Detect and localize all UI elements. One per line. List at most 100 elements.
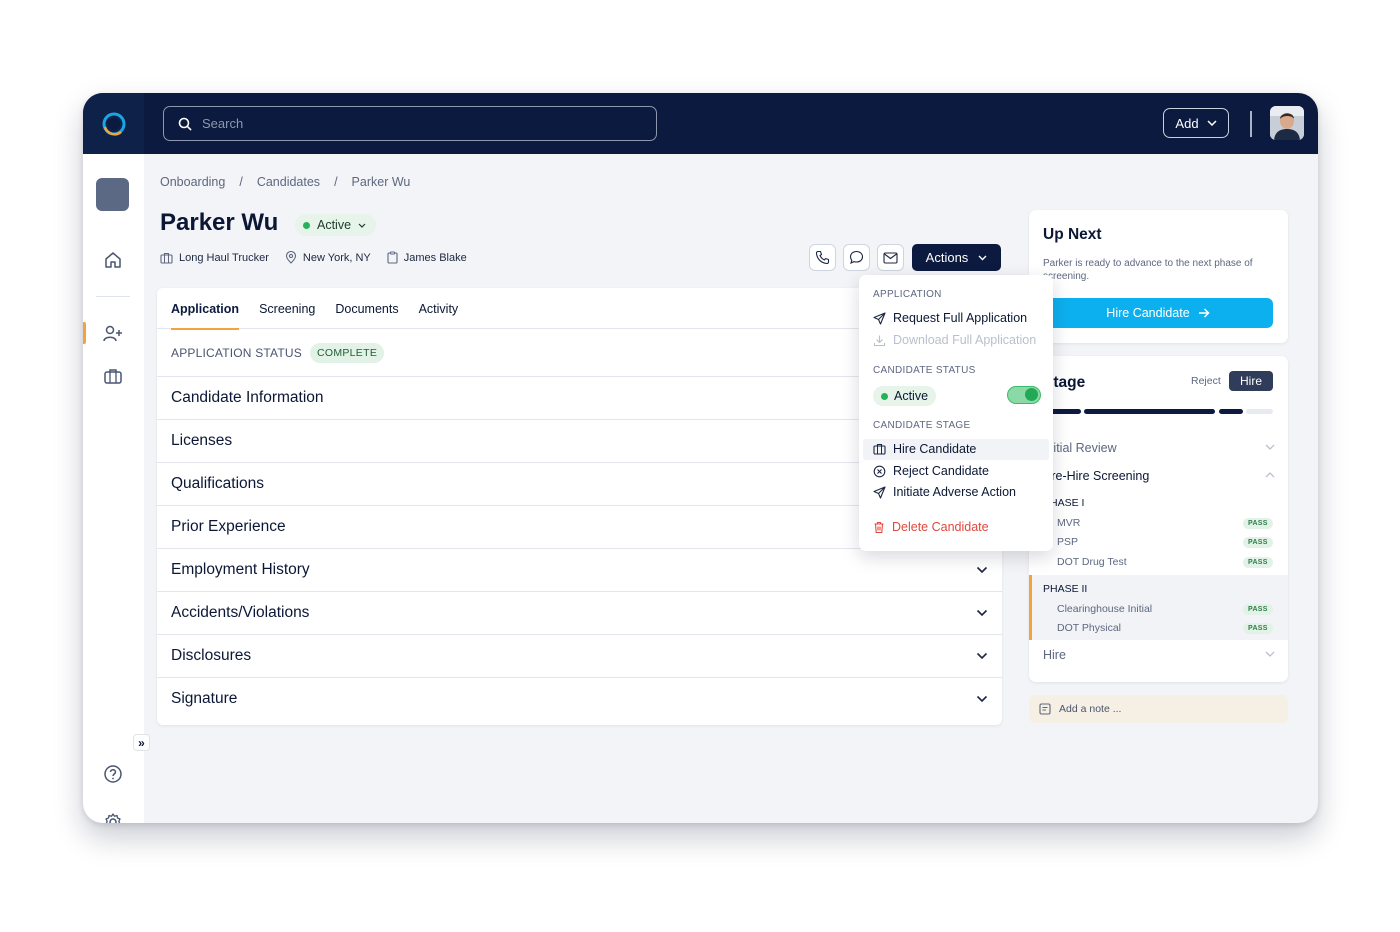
chevron-down-icon — [976, 695, 988, 703]
check-clearinghouse-initial: Clearinghouse Initial — [1057, 603, 1153, 615]
section-title: Employment History — [171, 561, 310, 578]
help-icon[interactable] — [101, 762, 125, 786]
breadcrumb-candidates[interactable]: Candidates — [257, 175, 320, 189]
chevron-down-icon — [1265, 444, 1275, 450]
menu-item-label: Download Full Application — [893, 333, 1037, 347]
menu-initiate-adverse-action[interactable]: Initiate Adverse Action — [873, 485, 1016, 499]
application-status-label: APPLICATION STATUS — [171, 346, 302, 360]
menu-item-label: Request Full Application — [893, 311, 1028, 325]
briefcase-icon — [160, 252, 173, 264]
section-employment-history[interactable]: Employment History — [157, 548, 1002, 591]
breadcrumb: Onboarding / Candidates / Parker Wu — [160, 175, 410, 189]
chevron-up-icon — [1265, 472, 1275, 478]
tab-application[interactable]: Application — [171, 288, 240, 330]
recruiter-text: James Blake — [403, 251, 467, 264]
add-button[interactable]: Add — [1163, 108, 1229, 138]
actions-menu: APPLICATION Request Full Application Dow… — [859, 275, 1053, 551]
menu-section-candidate-status: CANDIDATE STATUS — [873, 365, 976, 376]
menu-hire-candidate[interactable]: Hire Candidate — [873, 442, 976, 456]
sidebar-active-indicator — [83, 322, 86, 344]
briefcase-icon[interactable] — [101, 364, 125, 388]
workspace-switcher[interactable] — [96, 178, 129, 211]
breadcrumb-onboarding[interactable]: Onboarding — [160, 175, 225, 189]
search-input[interactable] — [202, 116, 622, 131]
tab-documents[interactable]: Documents — [335, 288, 398, 329]
section-title: Licenses — [171, 432, 233, 449]
section-title: Disclosures — [171, 647, 252, 664]
section-disclosures[interactable]: Disclosures — [157, 634, 1002, 677]
pass-badge: PASS — [1243, 518, 1273, 529]
check-dot-physical: DOT Physical — [1057, 622, 1121, 634]
pass-badge: PASS — [1243, 537, 1273, 548]
up-next-card: Up Next Parker is ready to advance to th… — [1029, 210, 1288, 343]
status-badge: COMPLETE — [309, 343, 385, 363]
stage-hire[interactable]: Hire — [1043, 648, 1066, 662]
stage-initial-review[interactable]: Initial Review — [1043, 441, 1117, 455]
chevron-down-icon — [1265, 651, 1275, 657]
chevron-down-icon — [976, 566, 988, 574]
mail-icon — [883, 251, 898, 264]
pass-badge: PASS — [1243, 557, 1273, 568]
location-text: New York, NY — [302, 251, 371, 264]
pass-badge: PASS — [1243, 623, 1273, 634]
add-user-icon[interactable] — [101, 322, 125, 346]
meta-location: New York, NY — [285, 251, 371, 264]
status-label: Active — [317, 218, 352, 232]
candidate-meta: Long Haul Trucker New York, NY James Bla… — [160, 251, 467, 264]
menu-reject-candidate[interactable]: Reject Candidate — [873, 464, 989, 478]
stage-pre-hire-screening[interactable]: Pre-Hire Screening — [1043, 469, 1149, 483]
email-button[interactable] — [877, 244, 904, 271]
check-psp: PSP — [1057, 536, 1079, 548]
call-button[interactable] — [809, 244, 836, 271]
menu-delete-candidate[interactable]: Delete Candidate — [873, 520, 989, 534]
reject-button[interactable]: Reject — [1191, 375, 1221, 387]
chevron-down-icon — [1207, 120, 1217, 126]
menu-request-full-application[interactable]: Request Full Application — [873, 311, 1027, 325]
menu-item-label: Initiate Adverse Action — [893, 485, 1016, 499]
status-dropdown[interactable]: Active — [295, 214, 377, 236]
up-next-text: Parker is ready to advance to the next p… — [1043, 258, 1253, 282]
top-bar: Add — [83, 93, 1318, 154]
status-toggle[interactable] — [1007, 386, 1041, 404]
stage-progress-segment — [1219, 409, 1243, 414]
section-signature[interactable]: Signature — [157, 677, 1002, 720]
meta-recruiter: James Blake — [387, 251, 467, 264]
home-icon[interactable] — [101, 248, 125, 272]
phase-2-label: PHASE II — [1043, 583, 1088, 595]
send-icon — [873, 485, 886, 499]
tab-screening[interactable]: Screening — [259, 288, 315, 329]
topbar-divider — [1250, 111, 1252, 137]
menu-status-pill: Active — [873, 386, 937, 406]
application-status: APPLICATION STATUS COMPLETE — [171, 343, 385, 363]
meta-role: Long Haul Trucker — [160, 252, 269, 264]
search-icon — [178, 117, 192, 130]
stage-progress-segment — [1246, 409, 1273, 414]
note-icon — [1039, 703, 1051, 715]
logo-icon — [102, 112, 125, 136]
download-icon — [873, 335, 886, 346]
expand-sidebar-button[interactable]: » — [133, 734, 150, 751]
app-logo[interactable] — [83, 93, 144, 154]
tab-activity[interactable]: Activity — [419, 288, 459, 329]
hire-candidate-button[interactable]: Hire Candidate — [1043, 298, 1273, 328]
location-pin-icon — [285, 251, 296, 264]
stage-progress-segment — [1084, 409, 1215, 414]
trash-icon — [874, 521, 884, 533]
search-box[interactable] — [163, 106, 657, 141]
actions-label: Actions — [925, 250, 969, 265]
menu-status-label: Active — [894, 389, 929, 403]
add-button-label: Add — [1175, 115, 1199, 131]
hire-button[interactable]: Hire — [1229, 371, 1273, 391]
candidate-name: Parker Wu — [160, 209, 279, 236]
user-avatar[interactable] — [1270, 106, 1304, 140]
briefcase-icon — [873, 443, 886, 455]
message-button[interactable] — [843, 244, 870, 271]
add-note-placeholder: Add a note ... — [1059, 703, 1122, 715]
menu-item-label: Hire Candidate — [893, 442, 977, 456]
gear-icon[interactable] — [101, 810, 125, 823]
role-text: Long Haul Trucker — [179, 251, 269, 264]
section-accidents-violations[interactable]: Accidents/Violations — [157, 591, 1002, 634]
add-note-field[interactable]: Add a note ... — [1029, 695, 1288, 723]
stage-card: Stage Reject Hire Initial Review Pre-Hir… — [1029, 356, 1288, 682]
actions-button[interactable]: Actions — [912, 244, 1001, 271]
